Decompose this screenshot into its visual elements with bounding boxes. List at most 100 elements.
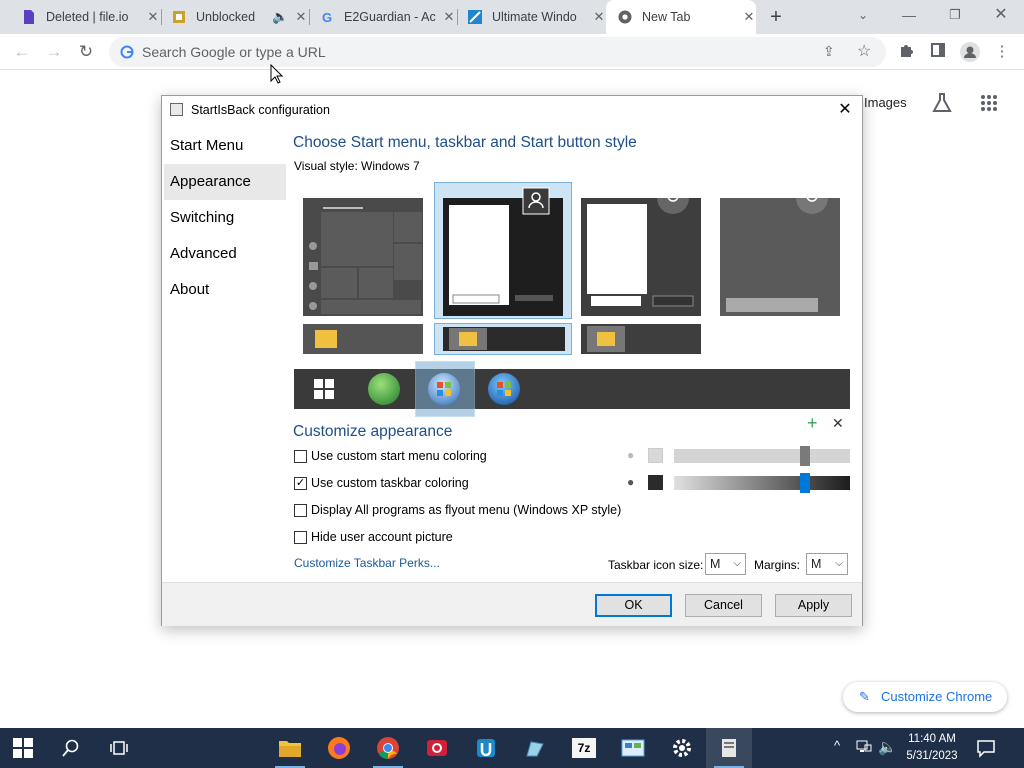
settings-gear-icon[interactable]: [659, 728, 705, 768]
windows7-orb-button-icon[interactable]: [428, 373, 460, 405]
dialog-close-icon[interactable]: ✕: [834, 99, 856, 121]
dialog-footer: OK Cancel Apply: [162, 582, 862, 626]
drop-opacity-icon: ●: [627, 448, 635, 462]
taskbar-style-1[interactable]: [303, 324, 423, 354]
dialog-titlebar: StartIsBack configuration ✕: [162, 96, 862, 124]
tray-overflow-chevron-icon[interactable]: ^: [834, 738, 840, 753]
taskbar-icon-size-select[interactable]: M ⌵: [705, 553, 746, 575]
taskbar-style-2-selected[interactable]: [434, 323, 572, 355]
google-apps-grid-icon[interactable]: [980, 94, 998, 115]
chrome-icon[interactable]: [365, 728, 411, 768]
tab-search-chevron-icon[interactable]: ⌄: [840, 4, 886, 28]
bookmark-star-icon[interactable]: ☆: [857, 41, 871, 61]
side-panel-icon[interactable]: [928, 42, 948, 62]
task-view-icon[interactable]: [96, 728, 142, 768]
mouse-cursor-icon: [270, 63, 284, 87]
taskbar-color-swatch[interactable]: [648, 475, 663, 490]
forward-arrow-icon[interactable]: →: [40, 38, 68, 66]
close-window-icon[interactable]: ✕: [978, 4, 1024, 28]
chrome-menu-icon[interactable]: ⋮: [992, 42, 1012, 62]
nav-switching[interactable]: Switching: [164, 200, 286, 236]
nav-about[interactable]: About: [164, 272, 286, 308]
clover-orb-button-icon[interactable]: [368, 373, 400, 405]
tab-muted-speaker-icon[interactable]: 🔈: [272, 9, 288, 25]
close-tab-icon[interactable]: ✕: [442, 9, 456, 25]
flyout-menu-checkbox[interactable]: Display All programs as flyout menu (Win…: [294, 503, 621, 517]
windows-start-icon[interactable]: [0, 728, 46, 768]
margins-select[interactable]: M ⌵: [806, 553, 848, 575]
taskbar-icon-size-label: Taskbar icon size:: [608, 558, 704, 572]
start-menu-color-slider[interactable]: [674, 446, 850, 466]
slider-thumb[interactable]: [800, 446, 810, 466]
profile-avatar-icon[interactable]: [960, 42, 980, 62]
tab-e2guardian[interactable]: G E2Guardian - Ac ✕: [310, 0, 456, 34]
app-pen-icon[interactable]: [512, 728, 558, 768]
tab-ultimate-windows[interactable]: Ultimate Windo ✕: [458, 0, 606, 34]
select-value: M: [811, 557, 822, 571]
restore-window-icon[interactable]: ❐: [932, 4, 978, 28]
style-thumb-windows8[interactable]: [581, 182, 701, 316]
taskbar-color-slider[interactable]: [674, 473, 850, 493]
add-orb-plus-icon[interactable]: +: [807, 414, 818, 432]
taskbar-style-3[interactable]: [581, 324, 701, 354]
tab-unblocked[interactable]: Unblocked 🔈 ✕: [162, 0, 308, 34]
startisback-icon[interactable]: [706, 728, 752, 768]
omnibox[interactable]: Search Google or type a URL ⇪ ☆: [109, 37, 886, 67]
start-menu-color-swatch[interactable]: [648, 448, 663, 463]
control-panel-icon[interactable]: [610, 728, 656, 768]
firefox-icon[interactable]: [316, 728, 362, 768]
share-icon[interactable]: ⇪: [823, 43, 835, 60]
tab-file-io[interactable]: Deleted | file.io ✕: [12, 0, 160, 34]
checkbox-checked-box[interactable]: ✓: [294, 476, 307, 490]
back-arrow-icon[interactable]: ←: [8, 38, 36, 66]
file-io-icon: [22, 10, 36, 24]
ultimate-windows-icon: [468, 10, 482, 24]
customize-chrome-button[interactable]: ✎ Customize Chrome: [843, 682, 1007, 712]
taskbar-clock[interactable]: 11:40 AM 5/31/2023: [904, 731, 960, 765]
minimize-window-icon[interactable]: —: [886, 4, 932, 28]
volume-speaker-icon[interactable]: 🔈: [878, 738, 897, 756]
checkbox-box[interactable]: [294, 449, 307, 463]
close-tab-icon[interactable]: ✕: [592, 9, 606, 25]
images-link[interactable]: Images: [864, 95, 907, 110]
checkbox-label: Use custom start menu coloring: [311, 449, 487, 463]
7zip-icon[interactable]: 7z: [561, 728, 607, 768]
style-thumb-windows10[interactable]: [303, 198, 423, 316]
network-icon[interactable]: [856, 738, 872, 757]
new-tab-button[interactable]: +: [764, 5, 788, 29]
extensions-puzzle-icon[interactable]: [896, 42, 916, 62]
remove-orb-x-icon[interactable]: ✕: [832, 415, 844, 431]
tab-title: Deleted | file.io: [46, 10, 129, 24]
style-thumb-windows-plain[interactable]: [720, 182, 840, 316]
custom-start-menu-coloring-checkbox[interactable]: Use custom start menu coloring: [294, 449, 487, 463]
cancel-button[interactable]: Cancel: [685, 594, 762, 617]
file-explorer-icon[interactable]: [267, 728, 313, 768]
custom-taskbar-coloring-checkbox[interactable]: ✓ Use custom taskbar coloring: [294, 476, 469, 490]
app-red-icon[interactable]: [414, 728, 460, 768]
nav-appearance[interactable]: Appearance: [164, 164, 286, 200]
notification-center-icon[interactable]: [976, 738, 996, 761]
checkbox-box[interactable]: [294, 503, 307, 517]
labs-flask-icon[interactable]: [931, 92, 953, 117]
app-blue-icon[interactable]: [463, 728, 509, 768]
close-tab-icon[interactable]: ✕: [742, 9, 756, 25]
tab-new-tab[interactable]: New Tab ✕: [606, 0, 756, 34]
checkbox-box[interactable]: [294, 530, 307, 544]
customize-taskbar-perks-link[interactable]: Customize Taskbar Perks...: [294, 556, 440, 570]
reload-icon[interactable]: ↻: [72, 38, 100, 66]
search-icon[interactable]: [48, 728, 94, 768]
style-thumb-windows7-selected[interactable]: [434, 182, 572, 319]
select-value: M: [710, 557, 721, 571]
hide-account-picture-checkbox[interactable]: Hide user account picture: [294, 530, 453, 544]
close-tab-icon[interactable]: ✕: [146, 9, 160, 25]
ok-button[interactable]: OK: [595, 594, 672, 617]
nav-advanced[interactable]: Advanced: [164, 236, 286, 272]
tab-title: Unblocked: [196, 10, 256, 24]
windows7-blue-orb-button-icon[interactable]: [488, 373, 520, 405]
slider-thumb[interactable]: [800, 473, 810, 493]
close-tab-icon[interactable]: ✕: [294, 9, 308, 25]
windows10-logo-button-icon[interactable]: [314, 379, 334, 402]
nav-start-menu[interactable]: Start Menu: [164, 128, 286, 164]
checkbox-label: Display All programs as flyout menu (Win…: [311, 503, 622, 517]
apply-button[interactable]: Apply: [775, 594, 852, 617]
